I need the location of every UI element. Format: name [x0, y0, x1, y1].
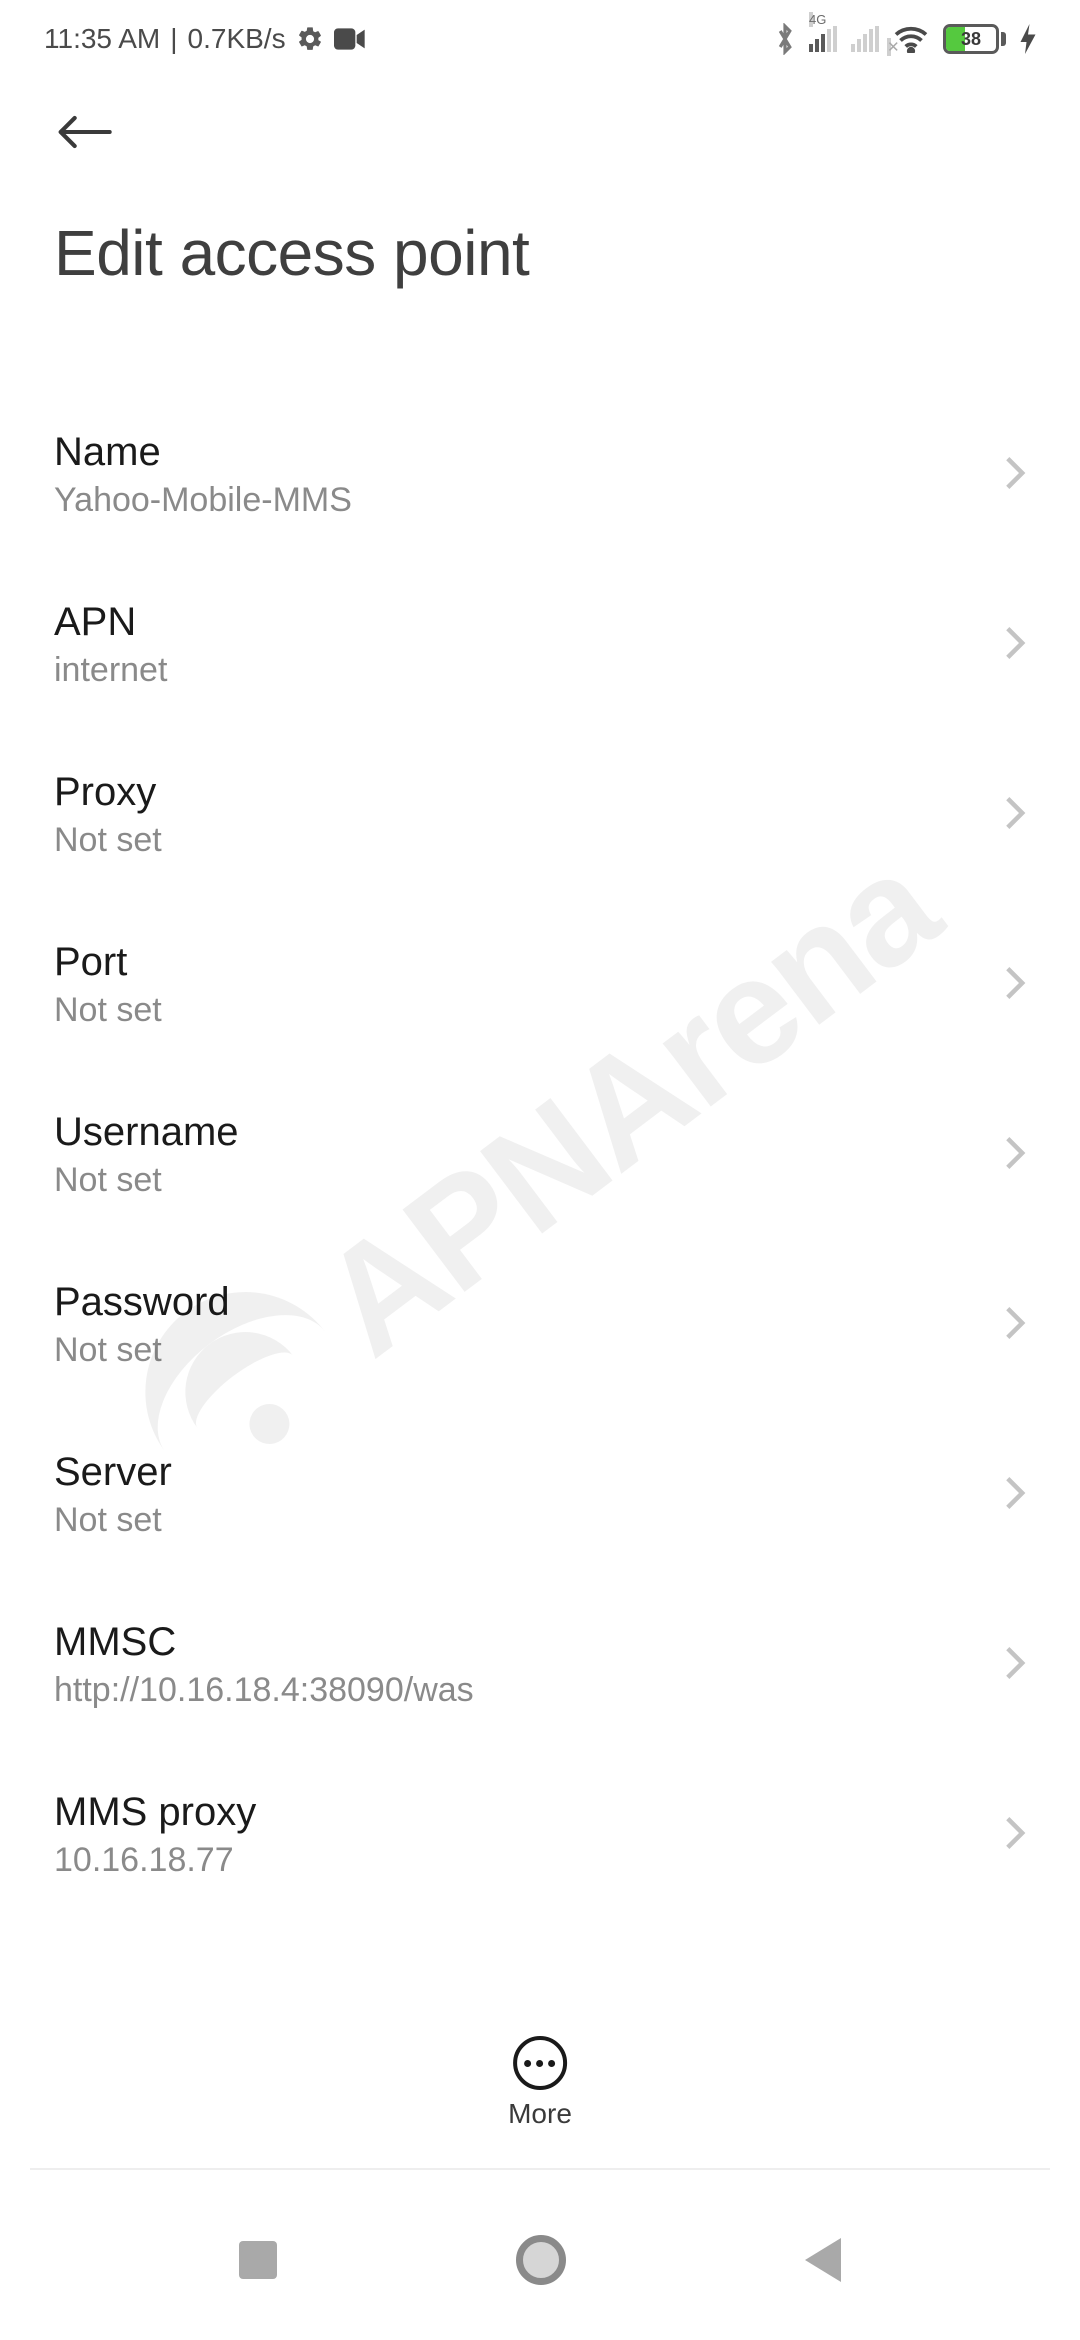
signal-bars-sim1: 4G: [809, 26, 837, 52]
setting-value: Not set: [54, 1331, 230, 1370]
setting-label: MMS proxy: [54, 1790, 256, 1835]
status-4g-label: 4G: [809, 12, 813, 27]
setting-label: APN: [54, 600, 167, 645]
setting-item-mms-proxy[interactable]: MMS proxy 10.16.18.77: [54, 1750, 1026, 1920]
setting-label: MMSC: [54, 1620, 474, 1665]
setting-item-username[interactable]: Username Not set: [54, 1070, 1026, 1240]
nav-divider: [30, 2168, 1050, 2170]
settings-list: Name Yahoo-Mobile-MMS APN internet Proxy…: [0, 390, 1080, 2180]
bluetooth-icon: [775, 23, 795, 55]
charging-icon: [1020, 24, 1036, 54]
setting-label: Port: [54, 940, 162, 985]
chevron-right-icon: [1004, 1305, 1026, 1346]
setting-value: Not set: [54, 1161, 239, 1200]
setting-item-name[interactable]: Name Yahoo-Mobile-MMS: [54, 390, 1026, 560]
setting-label: Name: [54, 430, 352, 475]
chevron-right-icon: [1004, 455, 1026, 496]
setting-item-proxy[interactable]: Proxy Not set: [54, 730, 1026, 900]
chevron-right-icon: [1004, 1475, 1026, 1516]
signal-bars-sim2: ✕: [851, 26, 879, 52]
setting-value: http://10.16.18.4:38090/was: [54, 1671, 474, 1710]
battery-percent: 38: [946, 29, 996, 50]
back-button[interactable]: [54, 102, 114, 162]
setting-label: Proxy: [54, 770, 162, 815]
chevron-right-icon: [1004, 795, 1026, 836]
setting-value: Not set: [54, 1501, 172, 1540]
signal-no-sim-icon: ✕: [887, 38, 891, 56]
setting-value: Not set: [54, 821, 162, 860]
setting-value: internet: [54, 651, 167, 690]
more-icon: [513, 2036, 567, 2090]
more-button[interactable]: More: [508, 2036, 572, 2130]
setting-value: Not set: [54, 991, 162, 1030]
setting-item-mmsc[interactable]: MMSC http://10.16.18.4:38090/was: [54, 1580, 1026, 1750]
status-bar: 11:35 AM | 0.7KB/s 4G ✕ 38: [0, 0, 1080, 78]
status-right-cluster: 4G ✕ 38: [775, 23, 1036, 55]
more-label: More: [508, 2098, 572, 2130]
setting-label: Password: [54, 1280, 230, 1325]
app-header: Edit access point: [0, 78, 1080, 290]
setting-label: Server: [54, 1450, 172, 1495]
setting-value: Yahoo-Mobile-MMS: [54, 481, 352, 520]
gear-icon: [296, 25, 324, 53]
chevron-right-icon: [1004, 965, 1026, 1006]
chevron-right-icon: [1004, 625, 1026, 666]
chevron-right-icon: [1004, 1815, 1026, 1856]
setting-label: Username: [54, 1110, 239, 1155]
camera-icon: [334, 27, 366, 51]
status-separator: |: [170, 23, 177, 55]
setting-item-server[interactable]: Server Not set: [54, 1410, 1026, 1580]
page-title: Edit access point: [54, 216, 1026, 290]
setting-item-apn[interactable]: APN internet: [54, 560, 1026, 730]
status-net-speed: 0.7KB/s: [188, 23, 286, 55]
arrow-left-icon: [56, 112, 112, 152]
system-nav-bar: [0, 2180, 1080, 2340]
chevron-right-icon: [1004, 1135, 1026, 1176]
status-time: 11:35 AM: [44, 23, 160, 55]
nav-back-button[interactable]: [805, 2238, 841, 2282]
setting-item-port[interactable]: Port Not set: [54, 900, 1026, 1070]
setting-value: 10.16.18.77: [54, 1841, 256, 1880]
nav-recents-button[interactable]: [239, 2241, 277, 2279]
chevron-right-icon: [1004, 1645, 1026, 1686]
nav-home-button[interactable]: [516, 2235, 566, 2285]
status-left-cluster: 11:35 AM | 0.7KB/s: [44, 23, 366, 55]
setting-item-password[interactable]: Password Not set: [54, 1240, 1026, 1410]
battery-indicator: 38: [943, 24, 1006, 54]
